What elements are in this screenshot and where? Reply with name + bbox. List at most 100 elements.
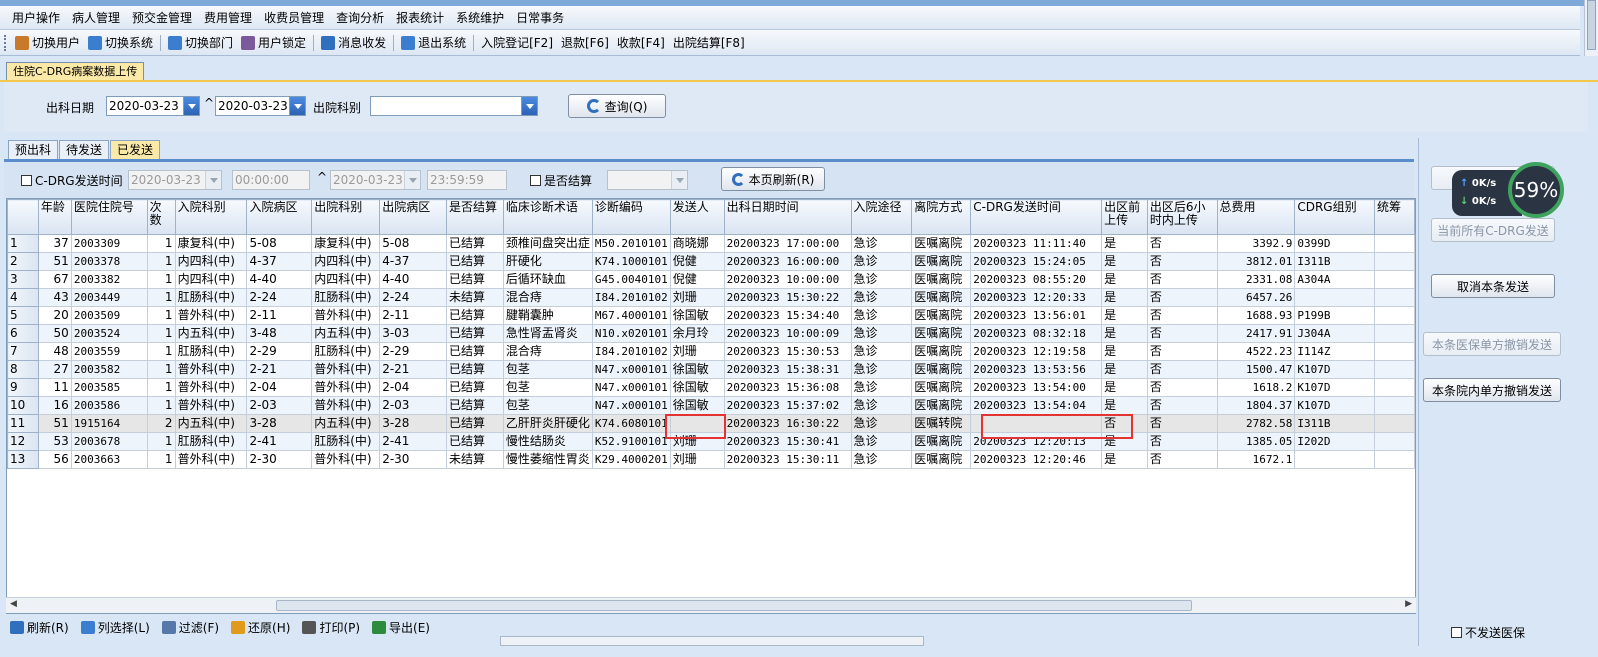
column-header[interactable]: 医院住院号	[70, 199, 148, 235]
query-button[interactable]: 查询(Q)	[568, 94, 666, 118]
row-number[interactable]: 3	[7, 270, 39, 289]
column-header[interactable]: 出院病区	[379, 199, 447, 235]
row-number[interactable]: 4	[7, 288, 39, 307]
row-number[interactable]: 11	[7, 414, 39, 433]
menu-item-7[interactable]: 系统维护	[450, 8, 510, 28]
menu-item-1[interactable]: 病人管理	[66, 8, 126, 28]
scroll-left-icon[interactable]: ◀	[10, 599, 17, 609]
row-number[interactable]: 7	[7, 342, 39, 361]
column-header[interactable]: 入院途径	[850, 199, 913, 235]
table-row[interactable]: 3 67 2003382 1 内四科(中) 4-40 内四科(中) 4-40 已结算 后循环缺血 G…	[7, 270, 1415, 289]
column-header[interactable]: CDRG组别	[1294, 199, 1376, 235]
column-header[interactable]: 年龄	[37, 199, 72, 235]
dropdown-arrow-icon[interactable]	[183, 97, 199, 115]
table-row[interactable]: 6 50 2003524 1 内五科(中) 3-48 内五科(中) 3-03 已结算 急性肾盂肾炎…	[7, 324, 1415, 343]
toolbar-button-1[interactable]: 切换系统	[84, 33, 157, 53]
row-number[interactable]: 10	[7, 396, 39, 415]
send-to-time[interactable]: 23:59:59	[427, 170, 507, 190]
document-tab[interactable]: 住院C-DRG病案数据上传	[6, 62, 145, 80]
menu-item-0[interactable]: 用户操作	[6, 8, 66, 28]
toolbar-grip[interactable]	[4, 34, 7, 51]
discharge-dept-select[interactable]	[370, 96, 538, 116]
grid-action-1[interactable]: 列选择(L)	[75, 619, 156, 636]
revoke-internal-button[interactable]: 本条院内单方撤销发送	[1423, 378, 1561, 402]
revoke-insurance-button[interactable]: 本条医保单方撤销发送	[1423, 332, 1561, 356]
dropdown-arrow-icon[interactable]	[671, 171, 687, 189]
column-header[interactable]: 出院科别	[311, 199, 381, 235]
dropdown-arrow-icon[interactable]	[521, 97, 537, 115]
menu-item-4[interactable]: 收费员管理	[258, 8, 330, 28]
no-send-insurance-checkbox[interactable]	[1451, 627, 1462, 638]
column-header[interactable]: 次数	[146, 199, 176, 235]
toolbar-button-6[interactable]: 入院登记[F2]	[477, 33, 557, 53]
menu-item-5[interactable]: 查询分析	[330, 8, 390, 28]
toolbar-button-7[interactable]: 退款[F6]	[557, 33, 613, 53]
table-row[interactable]: 9 11 2003585 1 普外科(中) 2-04 普外科(中) 2-04 已结算 包茎 N47.…	[7, 378, 1415, 397]
grid-action-0[interactable]: 刷新(R)	[4, 619, 75, 636]
dropdown-arrow-icon[interactable]	[404, 171, 420, 189]
dropdown-arrow-icon[interactable]	[205, 171, 221, 189]
table-row[interactable]: 13 56 2003663 1 普外科(中) 2-30 普外科(中) 2-30 未结算 慢性萎缩性…	[7, 450, 1415, 469]
tab-0[interactable]: 预出科	[8, 140, 59, 159]
column-header[interactable]: 入院病区	[246, 199, 313, 235]
table-row[interactable]: 2 51 2003378 1 内四科(中) 4-37 内四科(中) 4-37 已结算 肝硬化 K74…	[7, 252, 1415, 271]
grid-action-5[interactable]: 导出(E)	[366, 619, 436, 636]
column-header[interactable]: 发送人	[669, 199, 725, 235]
send-to-date[interactable]: 2020-03-23	[330, 170, 421, 190]
network-monitor-widget[interactable]: ↑ 0K/s ↓ 0K/s 59%	[1452, 162, 1564, 224]
row-number[interactable]: 5	[7, 306, 39, 325]
dropdown-arrow-icon[interactable]	[289, 97, 305, 115]
column-header[interactable]: 离院方式	[911, 199, 972, 235]
table-row[interactable]: 7 48 2003559 1 肛肠科(中) 2-29 肛肠科(中) 2-29 已结算 混合痔 I84…	[7, 342, 1415, 361]
row-number[interactable]: 1	[7, 234, 39, 253]
scrollbar-thumb[interactable]	[276, 600, 1192, 611]
row-number[interactable]: 13	[7, 450, 39, 469]
page-refresh-button[interactable]: 本页刷新(R)	[721, 167, 825, 191]
table-row[interactable]: 1 37 2003309 1 康复科(中) 5-08 康复科(中) 5-08 已结算 颈椎间盘突出…	[7, 234, 1415, 253]
grid-action-4[interactable]: 打印(P)	[296, 619, 366, 636]
column-header[interactable]: 统筹	[1374, 199, 1415, 235]
row-number[interactable]: 12	[7, 432, 39, 451]
date-from-picker[interactable]: 2020-03-23	[106, 96, 200, 116]
table-row[interactable]: 4 43 2003449 1 肛肠科(中) 2-24 肛肠科(中) 2-24 未结算 混合痔 I84…	[7, 288, 1415, 307]
menu-item-2[interactable]: 预交金管理	[126, 8, 198, 28]
menu-item-8[interactable]: 日常事务	[510, 8, 570, 28]
column-header[interactable]: 出区前上传	[1101, 199, 1148, 235]
menu-item-3[interactable]: 费用管理	[198, 8, 258, 28]
scroll-right-icon[interactable]: ▶	[1405, 599, 1412, 609]
cancel-send-button[interactable]: 取消本条发送	[1431, 274, 1555, 298]
toolbar-button-9[interactable]: 出院结算[F8]	[669, 33, 749, 53]
row-number[interactable]: 9	[7, 378, 39, 397]
table-row[interactable]: 12 53 2003678 1 肛肠科(中) 2-41 肛肠科(中) 2-41 已结算 慢性结肠炎…	[7, 432, 1415, 451]
table-row[interactable]: 8 27 2003582 1 普外科(中) 2-21 普外科(中) 2-21 已结算 包茎 N47.…	[7, 360, 1415, 379]
column-header[interactable]: 出区后6小时内上传	[1146, 199, 1218, 235]
toolbar-button-8[interactable]: 收款[F4]	[613, 33, 669, 53]
tab-2[interactable]: 已发送	[110, 140, 161, 160]
row-number[interactable]: 8	[7, 360, 39, 379]
bottom-collapsed-select[interactable]	[500, 636, 924, 646]
row-number[interactable]: 6	[7, 324, 39, 343]
toolbar-button-2[interactable]: 切换部门	[164, 33, 237, 53]
settled-checkbox[interactable]	[530, 175, 541, 186]
column-header[interactable]: 出科日期时间	[723, 199, 852, 235]
table-row[interactable]: 11 51 1915164 2 内五科(中) 3-28 内五科(中) 3-28 已结算 乙肝肝炎肝…	[7, 414, 1415, 433]
settled-select[interactable]	[607, 170, 688, 190]
column-header[interactable]: 诊断编码	[591, 199, 671, 235]
date-to-picker[interactable]: 2020-03-23	[215, 96, 306, 116]
send-from-time[interactable]: 00:00:00	[232, 170, 310, 190]
column-header[interactable]: 是否结算	[445, 199, 504, 235]
toolbar-button-3[interactable]: 用户锁定	[237, 33, 310, 53]
row-number[interactable]: 2	[7, 252, 39, 271]
send-from-date[interactable]: 2020-03-23	[128, 170, 222, 190]
column-header[interactable]: 临床诊断术语	[502, 199, 593, 235]
window-scrollbar[interactable]	[1584, 0, 1598, 56]
cdrg-time-checkbox[interactable]	[21, 175, 32, 186]
column-header[interactable]: 总费用	[1216, 199, 1296, 235]
toolbar-button-5[interactable]: 退出系统	[397, 33, 470, 53]
grid-action-3[interactable]: 还原(H)	[225, 619, 296, 636]
tab-1[interactable]: 待发送	[59, 140, 110, 159]
column-header[interactable]: 入院科别	[174, 199, 248, 235]
grid-horizontal-scrollbar[interactable]: ◀ ▶	[6, 597, 1416, 613]
table-row[interactable]: 5 20 2003509 1 普外科(中) 2-11 普外科(中) 2-11 已结算 腱鞘囊肿 M6…	[7, 306, 1415, 325]
column-header[interactable]: C-DRG发送时间	[970, 199, 1103, 235]
